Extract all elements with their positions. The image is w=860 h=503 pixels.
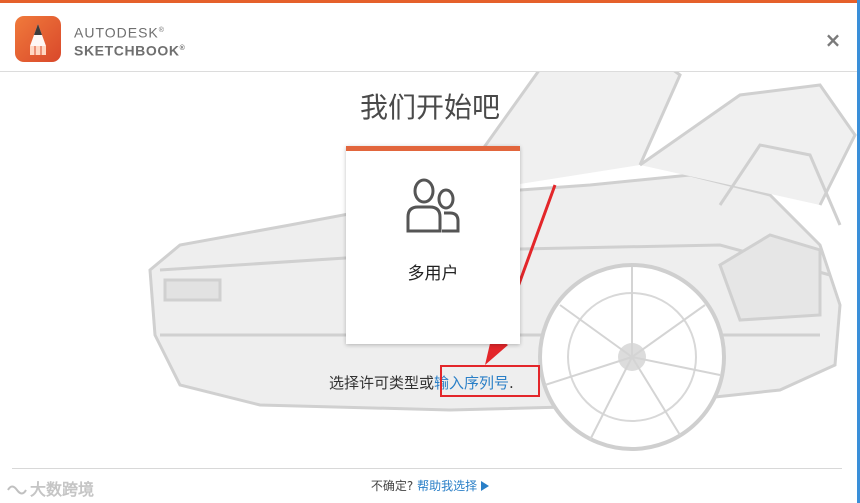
- close-icon[interactable]: ×: [822, 29, 844, 51]
- play-arrow-icon[interactable]: [481, 481, 490, 491]
- brand-name: AUTODESK® SKETCHBOOK®: [74, 23, 186, 59]
- footer-help: 不确定? 帮助我选择: [0, 477, 860, 494]
- watermark-text: 大数跨境: [30, 480, 95, 499]
- watermark: 大数跨境: [6, 476, 94, 500]
- header-divider: [0, 71, 860, 72]
- brand-line-sketchbook: SKETCHBOOK®: [74, 42, 186, 59]
- watermark-logo-icon: [7, 485, 27, 495]
- installer-window: AUTODESK® SKETCHBOOK® × 我们开始吧 多用户 选择许可类型…: [0, 0, 860, 503]
- multi-user-card[interactable]: 多用户: [346, 146, 520, 344]
- help-me-choose-link[interactable]: 帮助我选择: [417, 479, 477, 493]
- footer-question: 不确定?: [370, 479, 418, 493]
- brand-line-autodesk: AUTODESK®: [74, 24, 165, 41]
- multi-user-label: 多用户: [407, 264, 459, 284]
- sketchbook-logo-icon: [15, 16, 61, 62]
- license-prefix: 选择许可类型或: [329, 374, 435, 392]
- annotation-highlight-box: [440, 365, 540, 397]
- footer-divider: [12, 468, 842, 469]
- multi-user-icon: [406, 178, 460, 233]
- page-title: 我们开始吧: [359, 91, 500, 124]
- header-bar: AUTODESK® SKETCHBOOK® ×: [0, 3, 860, 71]
